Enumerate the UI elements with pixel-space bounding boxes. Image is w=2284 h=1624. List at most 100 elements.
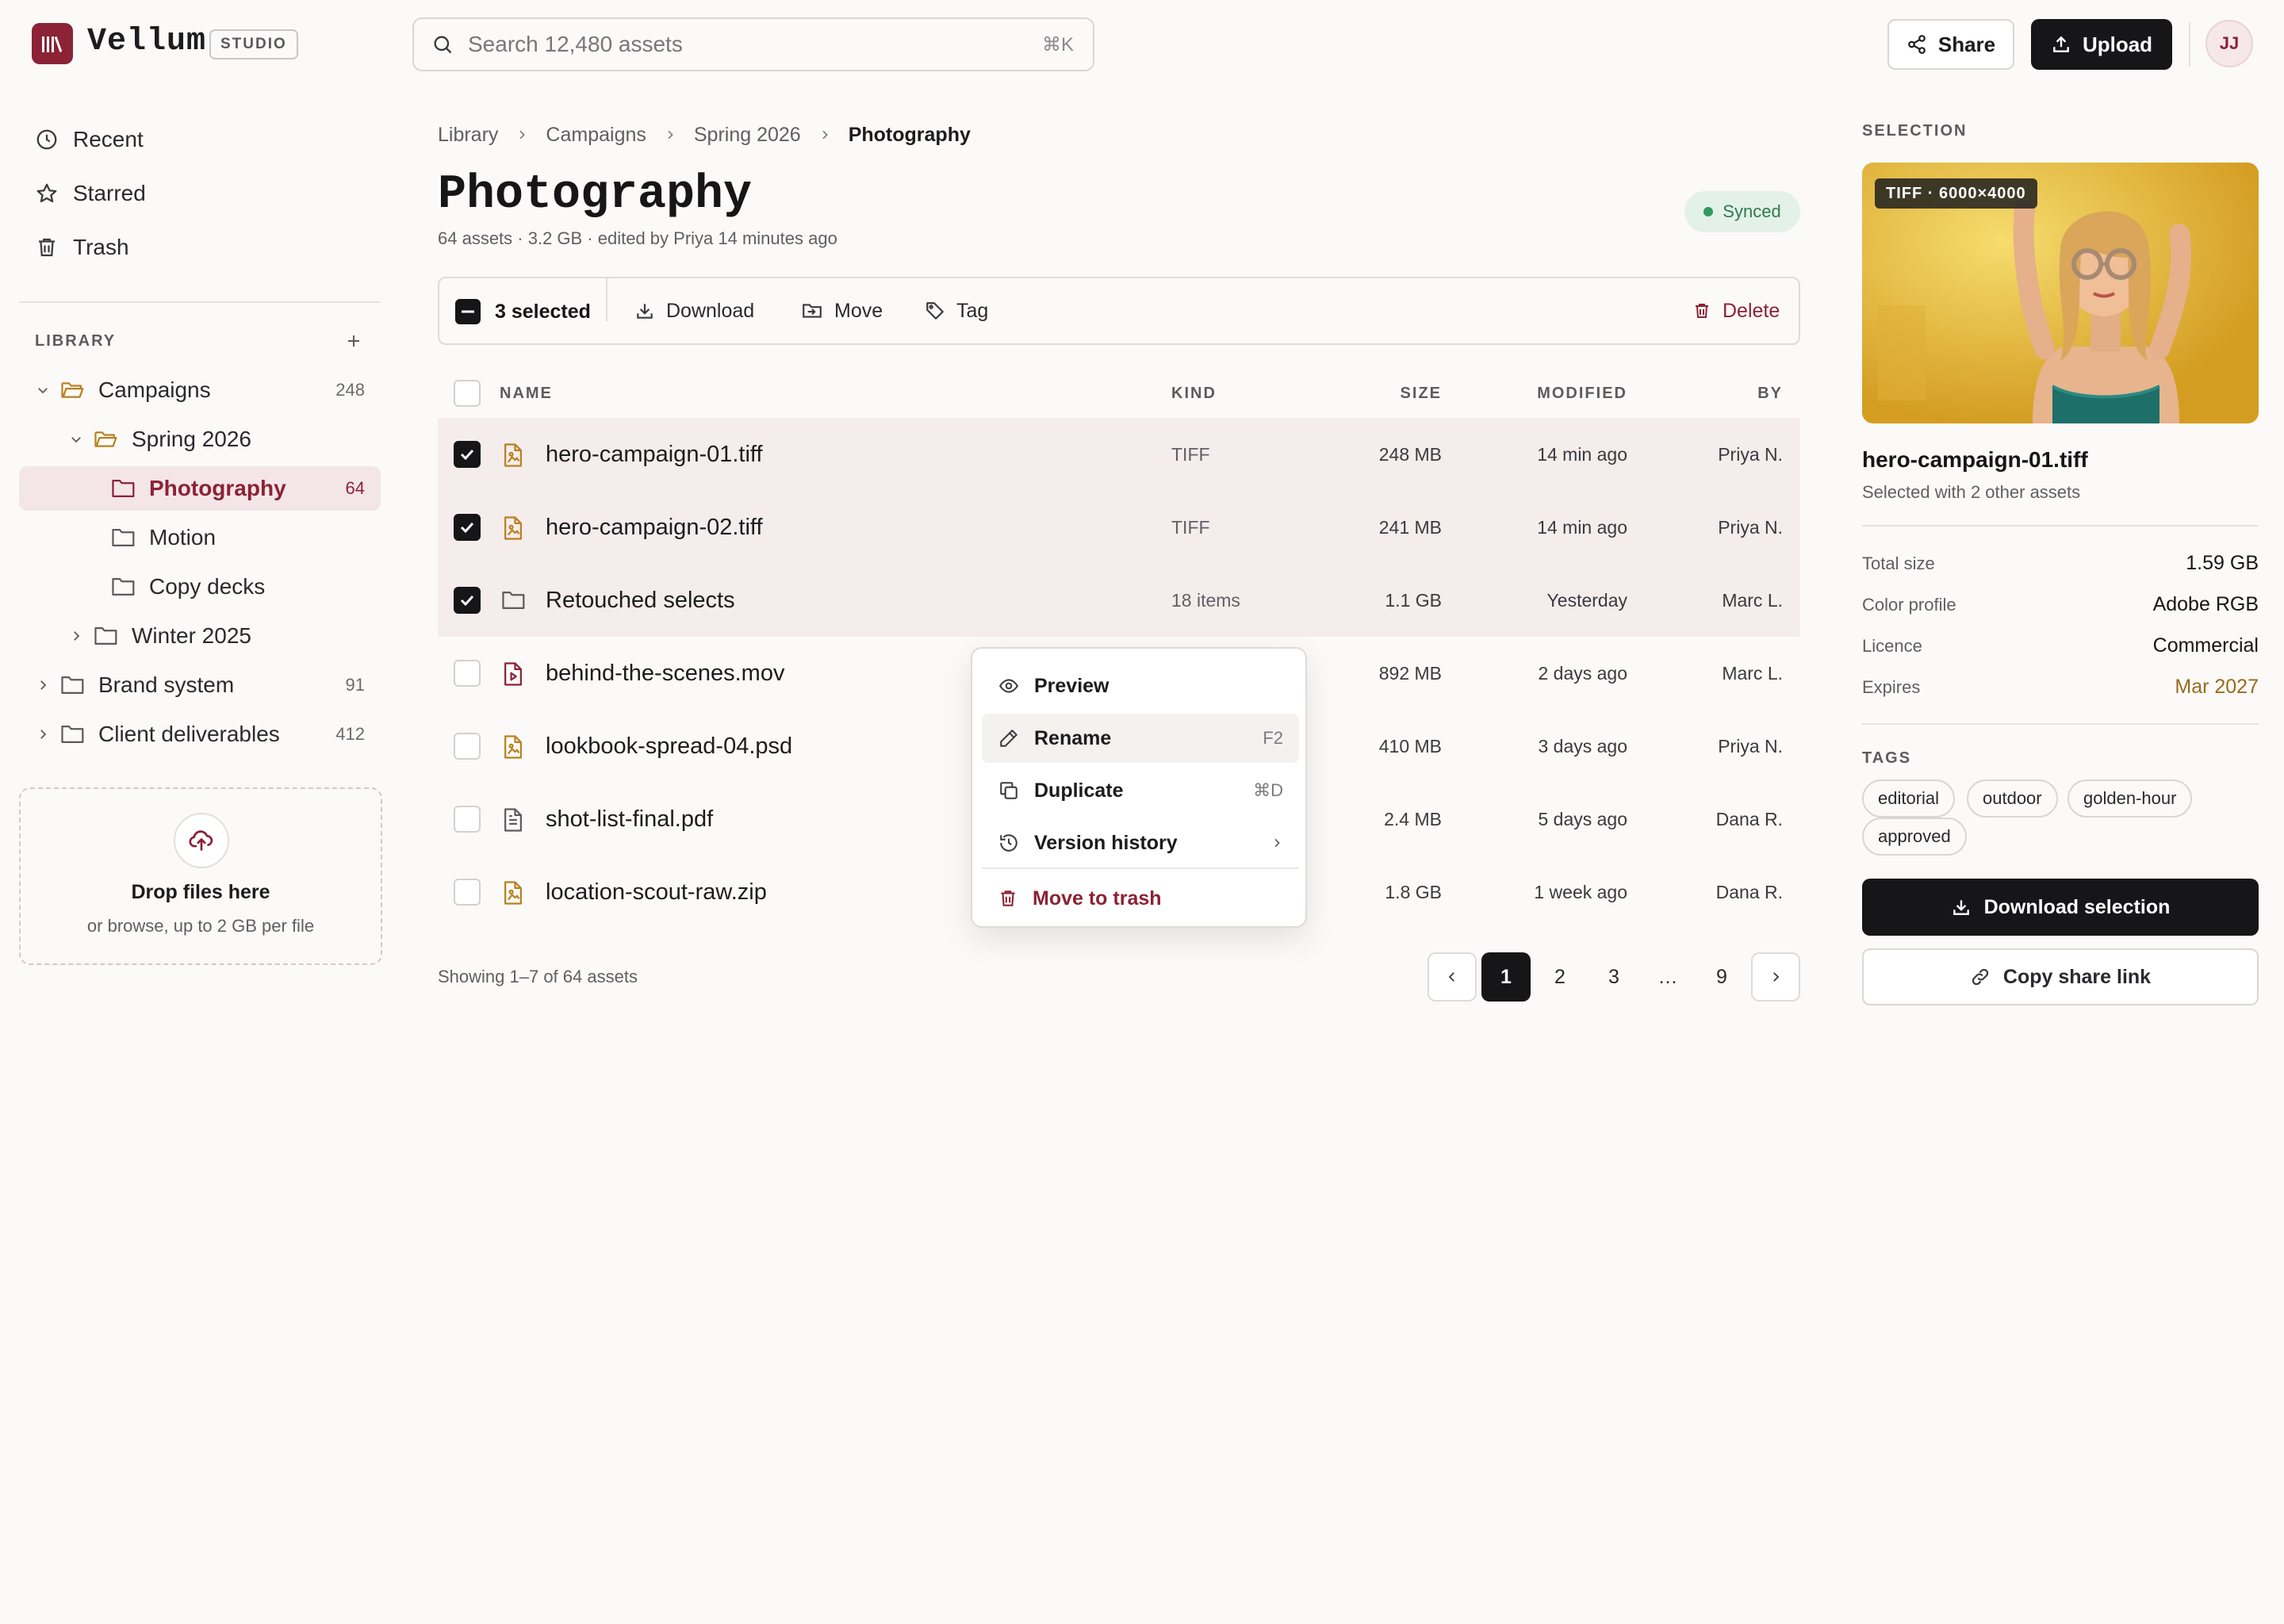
column-header-size[interactable]: SIZE bbox=[1401, 385, 1442, 403]
column-header-modified[interactable]: MODIFIED bbox=[1537, 385, 1627, 403]
previous-page-button[interactable] bbox=[1428, 952, 1477, 1002]
menu-item-preview[interactable]: Preview bbox=[982, 661, 1299, 710]
breadcrumb-library[interactable]: Library bbox=[438, 124, 498, 147]
top-bar: Vellum STUDIO ⌘K Share Upload JJ bbox=[0, 0, 2284, 89]
tree-item-photography[interactable]: Photography 64 bbox=[19, 466, 381, 511]
tree-item-spring-2026[interactable]: Spring 2026 bbox=[19, 417, 381, 462]
chevron-down-icon[interactable] bbox=[35, 383, 51, 397]
file-name[interactable]: behind-the-scenes.mov bbox=[546, 661, 784, 687]
image-file-icon bbox=[501, 515, 525, 541]
row-checkbox[interactable] bbox=[454, 879, 481, 906]
file-name[interactable]: hero-campaign-01.tiff bbox=[546, 442, 763, 468]
search-input[interactable] bbox=[468, 32, 1042, 57]
tree-item-client-deliverables[interactable]: Client deliverables 412 bbox=[19, 712, 381, 756]
copy-share-link-button[interactable]: Copy share link bbox=[1862, 948, 2259, 1005]
panel-divider bbox=[1862, 525, 2259, 527]
file-size: 1.8 GB bbox=[1385, 882, 1442, 902]
preview-thumbnail[interactable]: TIFF · 6000×4000 bbox=[1862, 163, 2259, 423]
file-name[interactable]: Retouched selects bbox=[546, 588, 735, 614]
search-box[interactable]: ⌘K bbox=[412, 17, 1094, 71]
row-checkbox[interactable] bbox=[454, 441, 481, 468]
table-row[interactable]: hero-campaign-02.tiff TIFF 241 MB 14 min… bbox=[438, 491, 1800, 564]
table-row[interactable]: Retouched selects 18 items 1.1 GB Yester… bbox=[438, 564, 1800, 637]
app-logo[interactable] bbox=[32, 23, 73, 64]
row-checkbox[interactable] bbox=[454, 660, 481, 687]
nav-item-label: Trash bbox=[73, 235, 129, 259]
download-action-label: Download bbox=[666, 299, 755, 322]
property-value-expires: Mar 2027 bbox=[2175, 676, 2259, 698]
menu-item-rename[interactable]: Rename F2 bbox=[982, 714, 1299, 763]
library-header: LIBRARY bbox=[35, 332, 117, 350]
file-size: 248 MB bbox=[1378, 444, 1442, 465]
add-library-icon[interactable] bbox=[344, 331, 363, 350]
move-action-button[interactable]: Move bbox=[801, 278, 883, 343]
file-kind: 18 items bbox=[1171, 590, 1240, 611]
folder-open-icon bbox=[94, 428, 119, 450]
file-name[interactable]: hero-campaign-02.tiff bbox=[546, 515, 763, 541]
next-page-button[interactable] bbox=[1751, 952, 1800, 1002]
file-name[interactable]: location-scout-raw.zip bbox=[546, 879, 767, 906]
breadcrumb-spring-2026[interactable]: Spring 2026 bbox=[694, 124, 801, 147]
panel-divider bbox=[1862, 723, 2259, 725]
nav-item-recent[interactable]: Recent bbox=[19, 116, 381, 163]
page-button-1[interactable]: 1 bbox=[1481, 952, 1531, 1002]
chevron-down-icon[interactable] bbox=[68, 432, 84, 446]
menu-item-duplicate[interactable]: Duplicate ⌘D bbox=[982, 766, 1299, 815]
download-action-button[interactable]: Download bbox=[634, 278, 754, 343]
page-button-2[interactable]: 2 bbox=[1535, 952, 1585, 1002]
file-owner: Priya N. bbox=[1718, 736, 1783, 756]
tag-chip[interactable]: outdoor bbox=[1967, 779, 2058, 818]
share-button[interactable]: Share bbox=[1887, 19, 2014, 70]
column-header-name[interactable]: NAME bbox=[500, 385, 553, 403]
tree-item-copy-decks[interactable]: Copy decks bbox=[19, 565, 381, 609]
tag-action-button[interactable]: Tag bbox=[925, 278, 988, 343]
tree-item-campaigns[interactable]: Campaigns 248 bbox=[19, 368, 381, 412]
tree-item-brand-system[interactable]: Brand system 91 bbox=[19, 663, 381, 707]
property-value: Commercial bbox=[2152, 634, 2259, 657]
history-icon bbox=[998, 833, 1020, 853]
row-checkbox[interactable] bbox=[454, 806, 481, 833]
app-name: Vellum bbox=[87, 24, 207, 59]
menu-divider bbox=[982, 868, 1299, 869]
file-name[interactable]: shot-list-final.pdf bbox=[546, 806, 713, 833]
tree-item-motion[interactable]: Motion bbox=[19, 515, 381, 560]
context-menu: Preview Rename F2 Duplicate ⌘D Version h… bbox=[971, 647, 1307, 928]
nav-item-trash[interactable]: Trash bbox=[19, 224, 381, 271]
deselect-all-checkbox[interactable] bbox=[455, 299, 481, 324]
table-header: NAME KIND SIZE MODIFIED BY bbox=[438, 373, 1800, 414]
breadcrumb-campaigns[interactable]: Campaigns bbox=[546, 124, 646, 147]
row-checkbox[interactable] bbox=[454, 733, 481, 760]
nav-item-starred[interactable]: Starred bbox=[19, 170, 381, 217]
download-selection-label: Download selection bbox=[1983, 895, 2171, 918]
download-icon bbox=[634, 301, 655, 321]
upload-dropzone[interactable]: Drop files here or browse, up to 2 GB pe… bbox=[19, 787, 382, 965]
row-checkbox[interactable] bbox=[454, 514, 481, 541]
page-button-3[interactable]: 3 bbox=[1589, 952, 1638, 1002]
selection-count: 3 selected bbox=[495, 301, 591, 323]
dropzone-subtitle[interactable]: or browse, up to 2 GB per file bbox=[21, 916, 381, 936]
select-all-checkbox[interactable] bbox=[454, 380, 481, 407]
file-name[interactable]: lookbook-spread-04.psd bbox=[546, 733, 792, 760]
star-icon bbox=[35, 182, 59, 205]
table-row[interactable]: hero-campaign-01.tiff TIFF 248 MB 14 min… bbox=[438, 418, 1800, 491]
chevron-right-icon[interactable] bbox=[68, 629, 84, 643]
page-button-9[interactable]: 9 bbox=[1697, 952, 1746, 1002]
menu-item-move-to-trash[interactable]: Move to trash bbox=[982, 874, 1299, 923]
chevron-right-icon[interactable] bbox=[35, 678, 51, 692]
user-avatar[interactable]: JJ bbox=[2205, 20, 2253, 67]
tag-chip[interactable]: golden-hour bbox=[2067, 779, 2193, 818]
folder-icon bbox=[60, 674, 86, 696]
menu-item-version-history[interactable]: Version history bbox=[982, 818, 1299, 868]
tree-item-winter-2025[interactable]: Winter 2025 bbox=[19, 614, 381, 658]
tag-chip[interactable]: editorial bbox=[1862, 779, 1956, 818]
upload-button[interactable]: Upload bbox=[2031, 19, 2172, 70]
tag-chip[interactable]: approved bbox=[1862, 818, 1967, 856]
delete-action-label: Delete bbox=[1723, 299, 1780, 322]
download-selection-button[interactable]: Download selection bbox=[1862, 879, 2259, 936]
row-checkbox[interactable] bbox=[454, 587, 481, 614]
file-modified: 14 min ago bbox=[1537, 444, 1627, 465]
delete-action-button[interactable]: Delete bbox=[1692, 278, 1780, 343]
chevron-right-icon[interactable] bbox=[35, 727, 51, 741]
column-header-kind[interactable]: KIND bbox=[1171, 385, 1217, 403]
column-header-by[interactable]: BY bbox=[1757, 385, 1783, 403]
